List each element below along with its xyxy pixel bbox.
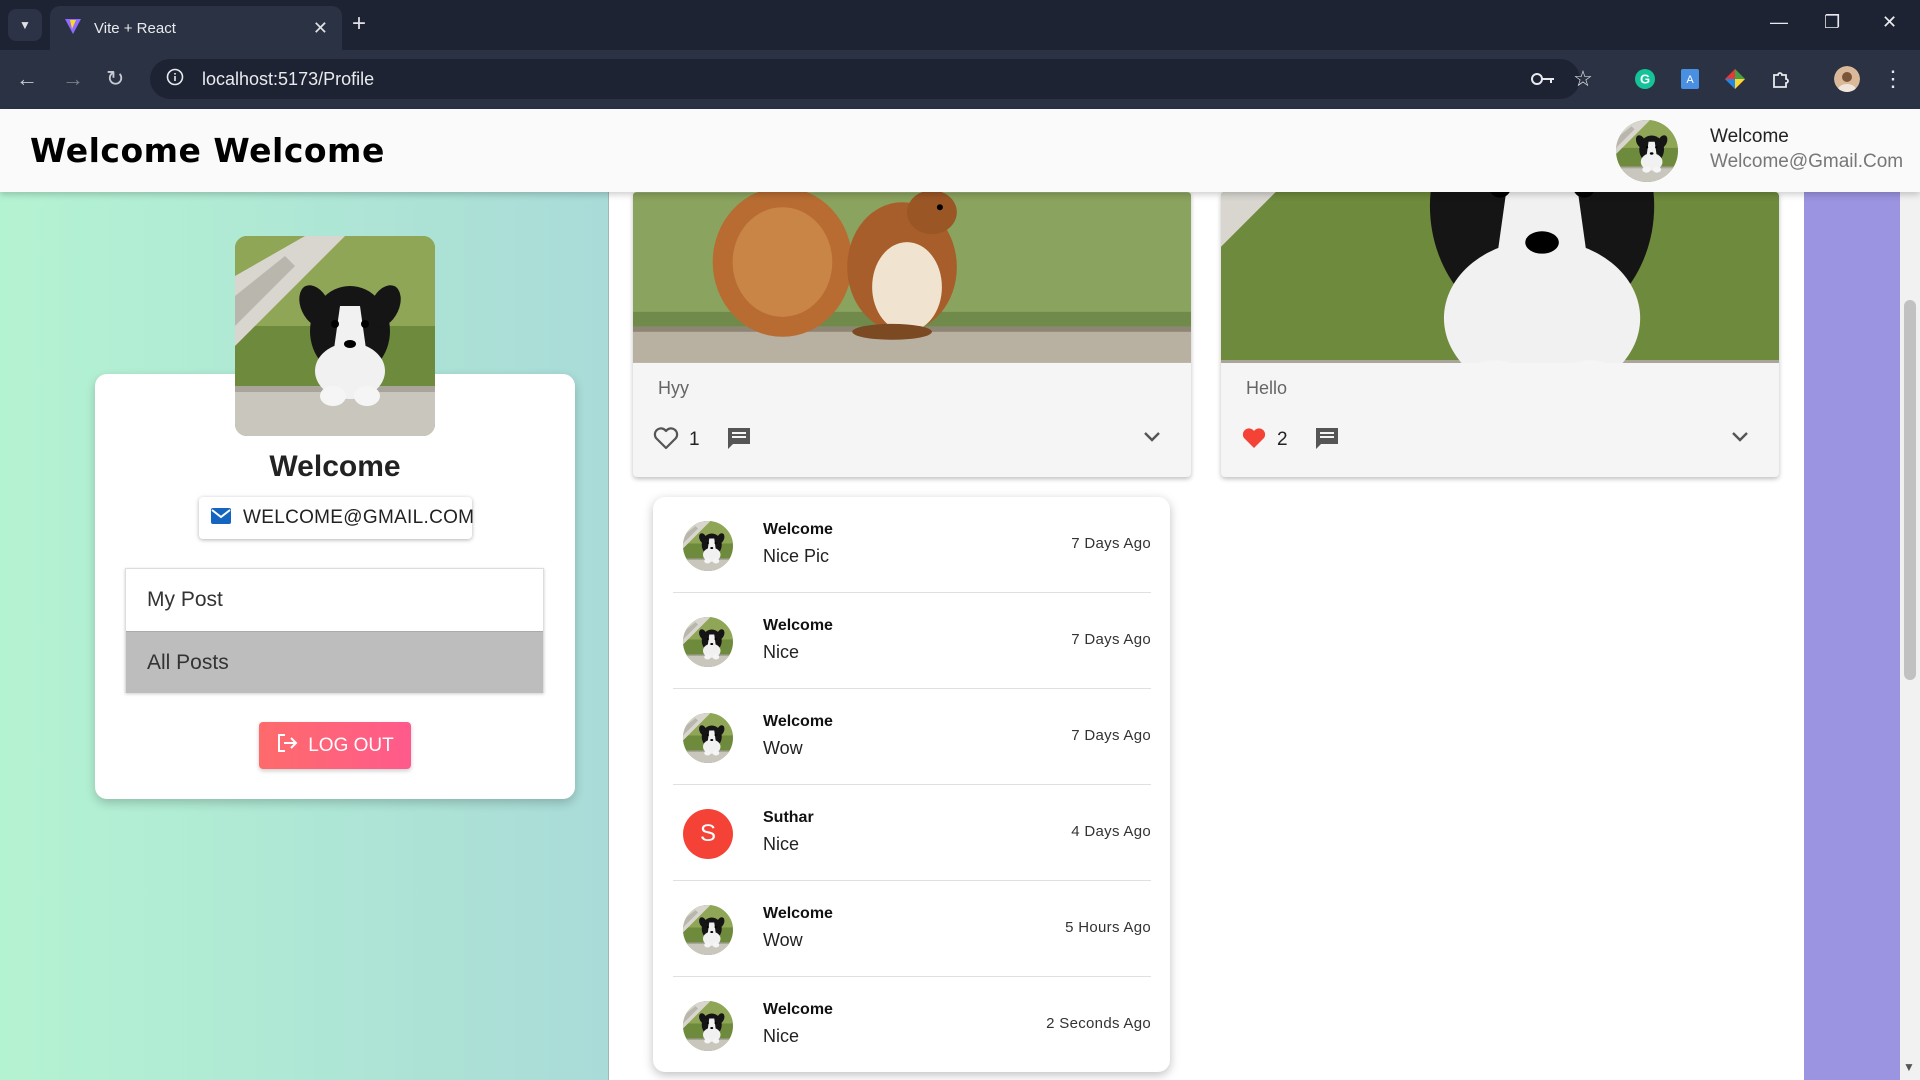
bookmark-star-icon[interactable]: ☆ (1570, 66, 1596, 92)
comment-author: Welcome (763, 713, 833, 730)
comments-list: Welcome Nice Pic 7 Days Ago Welcome Nice… (653, 497, 1170, 1072)
comment-avatar[interactable] (683, 1001, 733, 1051)
chevron-down-icon: ▼ (19, 18, 31, 32)
extensions-puzzle-icon[interactable] (1768, 66, 1794, 92)
comment-text: Nice (763, 1026, 800, 1046)
heart-outline-icon[interactable] (653, 426, 679, 455)
forward-icon[interactable]: → (62, 66, 84, 92)
password-key-icon[interactable] (1530, 66, 1556, 92)
minimize-icon[interactable]: — (1770, 12, 1788, 33)
header-user-email: Welcome@Gmail.Com (1710, 151, 1904, 172)
post-actions: 1 (653, 425, 752, 455)
like-count: 2 (1277, 429, 1288, 450)
comment-time: 7 Days Ago (1071, 535, 1151, 552)
close-tab-icon[interactable]: ✕ (313, 18, 328, 39)
comment-avatar[interactable] (683, 713, 733, 763)
browser-menu-icon[interactable]: ⋮ (1880, 66, 1906, 92)
logout-label: LOG OUT (308, 734, 394, 756)
menu-item-all-posts[interactable]: All Posts (126, 631, 543, 693)
grammarly-extension-icon[interactable]: G (1632, 66, 1658, 92)
post-caption: Hyy (658, 378, 689, 398)
back-icon[interactable]: ← (16, 66, 38, 92)
comment-icon[interactable] (1314, 426, 1340, 455)
comment-icon[interactable] (726, 426, 752, 455)
post-actions: 2 (1241, 425, 1340, 455)
color-picker-extension-icon[interactable] (1722, 66, 1748, 92)
restore-icon[interactable]: ❐ (1824, 12, 1840, 33)
comment-time: 5 Hours Ago (1065, 919, 1151, 936)
comment-time: 7 Days Ago (1071, 727, 1151, 744)
browser-tab[interactable]: Vite + React ✕ (50, 6, 342, 50)
comment-item: Welcome Wow 5 Hours Ago (673, 881, 1151, 977)
scroll-down-arrow-icon[interactable]: ▼ (1903, 1060, 1915, 1074)
logout-icon (276, 733, 298, 759)
right-panel-background (1804, 192, 1900, 1080)
comment-text: Nice (763, 642, 800, 662)
comment-author: Suthar (763, 809, 814, 826)
comment-avatar-letter[interactable]: S (683, 809, 733, 859)
expand-more-icon[interactable] (1143, 430, 1161, 448)
svg-text:G: G (1640, 72, 1650, 87)
translate-extension-icon[interactable]: A (1677, 66, 1703, 92)
site-info-icon[interactable] (166, 68, 184, 91)
svg-text:A: A (1686, 74, 1694, 86)
header-avatar[interactable] (1616, 120, 1678, 182)
comment-item: Welcome Wow 7 Days Ago (673, 689, 1151, 785)
comment-author: Welcome (763, 521, 833, 538)
menu-item-label: My Post (147, 588, 223, 611)
comment-text: Wow (763, 930, 803, 950)
post-image[interactable] (1221, 192, 1779, 363)
like-count: 1 (689, 429, 700, 450)
browser-profile-avatar[interactable] (1834, 66, 1860, 92)
comment-author: Welcome (763, 1001, 833, 1018)
expand-more-icon[interactable] (1731, 430, 1749, 448)
post-card: Hyy 1 (633, 192, 1191, 477)
comment-item: Welcome Nice 2 Seconds Ago (673, 977, 1151, 1073)
new-tab-icon[interactable]: + (352, 11, 366, 37)
vite-logo-icon (64, 17, 82, 40)
logout-button[interactable]: LOG OUT (259, 722, 411, 769)
profile-name: Welcome (269, 450, 401, 483)
comment-text: Nice (763, 834, 800, 854)
profile-menu: My Post All Posts (125, 568, 544, 693)
heart-filled-icon[interactable] (1241, 426, 1267, 455)
comment-time: 7 Days Ago (1071, 631, 1151, 648)
comment-author: Welcome (763, 905, 833, 922)
comment-item: S Suthar Nice 4 Days Ago (673, 785, 1151, 881)
post-caption: Hello (1246, 378, 1288, 398)
profile-picture (235, 236, 435, 436)
comment-time: 2 Seconds Ago (1046, 1015, 1151, 1032)
profile-email-chip: WELCOME@GMAIL.COM (199, 497, 475, 539)
url-text: localhost:5173/Profile (202, 68, 375, 89)
profile-email: WELCOME@GMAIL.COM (243, 507, 475, 528)
browser-tab-bar: ▼ Vite + React ✕ + — ❐ ✕ (0, 0, 1920, 50)
comment-item: Welcome Nice Pic 7 Days Ago (673, 497, 1151, 593)
post-card: Hello 2 (1221, 192, 1779, 477)
scrollbar-thumb[interactable] (1904, 300, 1916, 680)
comment-text: Nice Pic (763, 546, 830, 566)
menu-item-label: All Posts (147, 650, 229, 674)
brand-title: Welcome Welcome (30, 131, 385, 170)
comment-text: Wow (763, 738, 803, 758)
app-header: Welcome Welcome Welcome Welcome@Gmail.Co… (0, 109, 1920, 192)
tab-title: Vite + React (94, 19, 176, 37)
comment-item: Welcome Nice 7 Days Ago (673, 593, 1151, 689)
post-image[interactable] (633, 192, 1191, 363)
mail-icon (211, 507, 231, 529)
header-user-name: Welcome (1710, 126, 1789, 147)
comment-author: Welcome (763, 617, 833, 634)
reload-icon[interactable]: ↻ (106, 66, 124, 92)
comment-avatar[interactable] (683, 905, 733, 955)
comment-avatar[interactable] (683, 617, 733, 667)
comment-time: 4 Days Ago (1071, 823, 1151, 840)
menu-item-my-post[interactable]: My Post (126, 569, 543, 631)
comment-avatar[interactable] (683, 521, 733, 571)
close-window-icon[interactable]: ✕ (1882, 12, 1897, 33)
address-bar[interactable]: localhost:5173/Profile (150, 59, 1580, 99)
tab-search-button[interactable]: ▼ (8, 9, 42, 41)
